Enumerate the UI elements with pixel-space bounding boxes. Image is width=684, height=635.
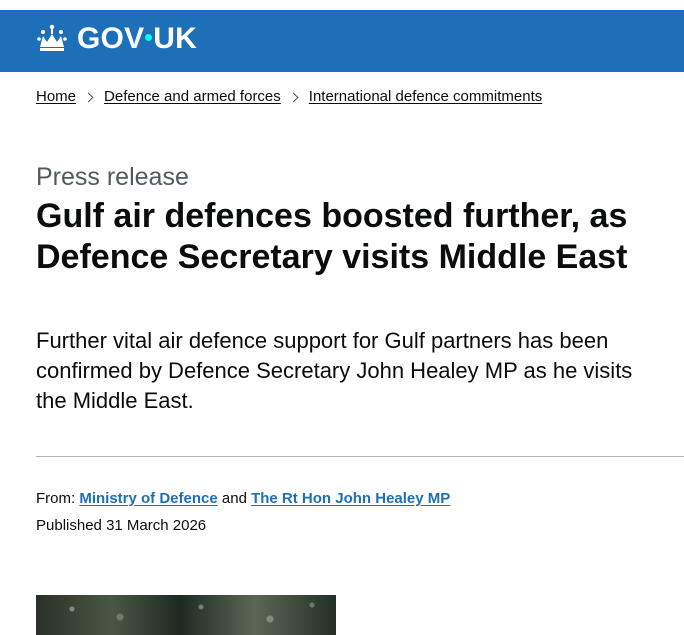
- published-metadata: Published 31 March 2026: [36, 515, 206, 537]
- logo-dot-icon: [145, 34, 153, 42]
- from-and-text: and: [221, 490, 247, 507]
- lead-paragraph: Further vital air defence support for Gu…: [36, 328, 633, 413]
- breadcrumb-defence-armed-forces[interactable]: Defence and armed forces: [104, 87, 281, 107]
- breadcrumb: Home Defence and armed forces Internatio…: [36, 87, 542, 107]
- breadcrumb-home[interactable]: Home: [36, 87, 76, 107]
- govuk-logo-link[interactable]: GOV UK: [35, 24, 197, 54]
- breadcrumb-international-defence-commitments[interactable]: International defence commitments: [309, 87, 542, 107]
- chevron-right-icon: [288, 92, 299, 102]
- govuk-wordmark: GOV UK: [77, 22, 198, 55]
- published-date: 31 March 2026: [106, 517, 207, 534]
- page-title: Gulf air defences boosted further, as De…: [36, 197, 628, 276]
- article-image: [36, 595, 336, 635]
- top-strip: [0, 0, 684, 10]
- chevron-right-icon: [83, 92, 94, 102]
- from-person-link[interactable]: The Rt Hon John Healey MP: [251, 490, 450, 507]
- section-divider: [36, 456, 684, 457]
- document-type-caption: Press release: [36, 163, 189, 191]
- from-label: From:: [36, 490, 76, 507]
- from-metadata: From: Ministry of Defence and The Rt Hon…: [36, 488, 450, 510]
- site-header: GOV UK: [0, 10, 684, 72]
- crown-icon: [37, 24, 67, 51]
- published-label: Published: [36, 517, 102, 534]
- from-org-link[interactable]: Ministry of Defence: [79, 490, 217, 507]
